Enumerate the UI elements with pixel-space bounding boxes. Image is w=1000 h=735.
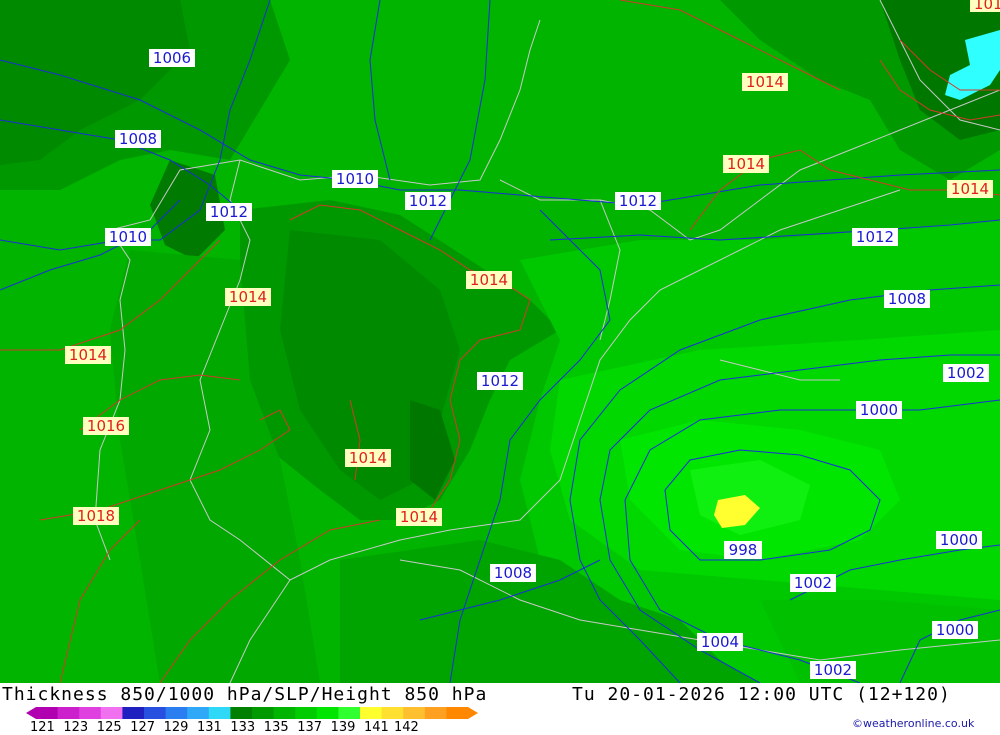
height-label: 1014 bbox=[396, 508, 442, 526]
height-label: 1014 bbox=[225, 288, 271, 306]
map-datetime: Tu 20-01-2026 12:00 UTC (12+120) bbox=[572, 684, 951, 705]
svg-text:1014: 1014 bbox=[349, 449, 387, 467]
svg-text:1000: 1000 bbox=[860, 401, 898, 419]
height-label: 1014 bbox=[947, 180, 993, 198]
height-label: 1014 bbox=[466, 271, 512, 289]
isobar-label: 1010 bbox=[332, 170, 378, 188]
height-label: 1018 bbox=[73, 507, 119, 525]
legend-swatch bbox=[360, 707, 383, 719]
isobar-label: 1008 bbox=[115, 130, 161, 148]
svg-text:1014: 1014 bbox=[951, 180, 989, 198]
svg-text:1012: 1012 bbox=[974, 0, 1000, 13]
isobar-label: 1012 bbox=[477, 372, 523, 390]
legend-swatch bbox=[381, 707, 404, 719]
legend-swatch bbox=[338, 707, 361, 719]
svg-text:1016: 1016 bbox=[87, 417, 125, 435]
isobar-label: 1008 bbox=[490, 564, 536, 582]
legend-swatch bbox=[187, 707, 210, 719]
legend-swatch bbox=[446, 707, 469, 719]
legend-swatch bbox=[79, 707, 102, 719]
color-legend-ticks: 121 123 125 127 129 131 133 135 137 139 141 142 bbox=[26, 720, 506, 735]
legend-swatch bbox=[230, 707, 253, 719]
svg-text:1000: 1000 bbox=[940, 531, 978, 549]
isobar-label: 1012 bbox=[615, 192, 661, 210]
height-label: 1014 bbox=[345, 449, 391, 467]
svg-text:1012: 1012 bbox=[210, 203, 248, 221]
svg-text:1014: 1014 bbox=[229, 288, 267, 306]
legend-swatch bbox=[100, 707, 123, 719]
legend-swatch bbox=[252, 707, 275, 719]
legend-swatch bbox=[122, 707, 145, 719]
svg-text:1014: 1014 bbox=[727, 155, 765, 173]
svg-text:1012: 1012 bbox=[481, 372, 519, 390]
isobar-label: 1002 bbox=[790, 574, 836, 592]
legend-swatch bbox=[273, 707, 296, 719]
height-label: 1012 bbox=[970, 0, 1000, 13]
map-title: Thickness 850/1000 hPa/SLP/Height 850 hP… bbox=[2, 684, 488, 705]
color-legend-bar bbox=[26, 707, 478, 719]
svg-text:1014: 1014 bbox=[69, 346, 107, 364]
height-label: 1014 bbox=[65, 346, 111, 364]
legend-swatch bbox=[295, 707, 318, 719]
map-canvas: 1006 1008 1010 1010 1012 1012 1012 1012 … bbox=[0, 0, 1000, 683]
svg-text:1008: 1008 bbox=[494, 564, 532, 582]
legend-swatch bbox=[316, 707, 339, 719]
legend-swatch bbox=[57, 707, 80, 719]
legend-swatch bbox=[208, 707, 231, 719]
svg-text:1008: 1008 bbox=[888, 290, 926, 308]
isobar-label: 1012 bbox=[852, 228, 898, 246]
legend-swatch bbox=[165, 707, 188, 719]
svg-text:1004: 1004 bbox=[701, 633, 739, 651]
svg-text:1002: 1002 bbox=[794, 574, 832, 592]
isobar-label: 1006 bbox=[149, 49, 195, 67]
isobar-label: 1000 bbox=[936, 531, 982, 549]
isobar-label: 998 bbox=[724, 541, 762, 559]
isobar-label: 1002 bbox=[943, 364, 989, 382]
svg-text:1014: 1014 bbox=[400, 508, 438, 526]
legend-swatch bbox=[424, 707, 447, 719]
svg-text:998: 998 bbox=[729, 541, 758, 559]
svg-text:1002: 1002 bbox=[814, 661, 852, 679]
svg-text:1006: 1006 bbox=[153, 49, 191, 67]
isobar-label: 1008 bbox=[884, 290, 930, 308]
svg-text:1012: 1012 bbox=[619, 192, 657, 210]
thickness-field-se bbox=[760, 600, 1000, 683]
isobar-label: 1012 bbox=[405, 192, 451, 210]
svg-text:1000: 1000 bbox=[936, 621, 974, 639]
legend-arrow-right bbox=[468, 707, 478, 719]
svg-text:1014: 1014 bbox=[746, 73, 784, 91]
svg-text:1012: 1012 bbox=[409, 192, 447, 210]
isobar-label: 1004 bbox=[697, 633, 743, 651]
svg-text:1008: 1008 bbox=[119, 130, 157, 148]
isobar-label: 1000 bbox=[932, 621, 978, 639]
legend-swatch bbox=[403, 707, 426, 719]
svg-text:1014: 1014 bbox=[470, 271, 508, 289]
legend-arrow-left bbox=[26, 707, 36, 719]
svg-text:1002: 1002 bbox=[947, 364, 985, 382]
credit-link[interactable]: ©weatheronline.co.uk bbox=[852, 717, 974, 730]
height-label: 1014 bbox=[742, 73, 788, 91]
svg-text:1010: 1010 bbox=[109, 228, 147, 246]
height-label: 1016 bbox=[83, 417, 129, 435]
isobar-label: 1010 bbox=[105, 228, 151, 246]
svg-text:1018: 1018 bbox=[77, 507, 115, 525]
isobar-label: 1002 bbox=[810, 661, 856, 679]
svg-text:1012: 1012 bbox=[856, 228, 894, 246]
isobar-label: 1012 bbox=[206, 203, 252, 221]
height-label: 1014 bbox=[723, 155, 769, 173]
legend-swatch bbox=[36, 707, 59, 719]
map-footer: Thickness 850/1000 hPa/SLP/Height 850 hP… bbox=[0, 683, 1000, 735]
legend-swatch bbox=[144, 707, 167, 719]
svg-text:1010: 1010 bbox=[336, 170, 374, 188]
weather-map: 1006 1008 1010 1010 1012 1012 1012 1012 … bbox=[0, 0, 1000, 683]
isobar-label: 1000 bbox=[856, 401, 902, 419]
